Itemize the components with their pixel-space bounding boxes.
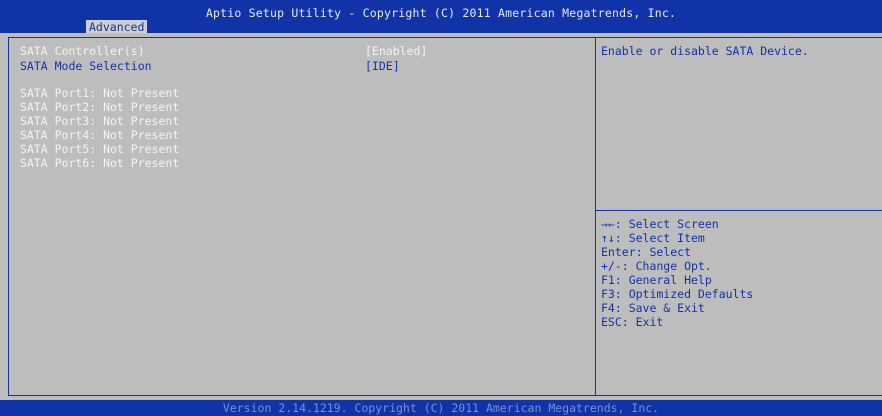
help-divider bbox=[595, 37, 596, 395]
key-change-opt: +/-: Change Opt. bbox=[601, 259, 712, 273]
help-description: Enable or disable SATA Device. bbox=[601, 44, 809, 58]
setting-sata-controller-value[interactable]: [Enabled] bbox=[365, 44, 427, 59]
key-esc-exit: ESC: Exit bbox=[601, 315, 664, 329]
sata-port-3-status: SATA Port3: Not Present bbox=[20, 114, 180, 128]
key-enter-select: Enter: Select bbox=[601, 245, 692, 259]
key-optimized-defaults: F3: Optimized Defaults bbox=[601, 287, 754, 301]
setting-sata-mode-value[interactable]: [IDE] bbox=[365, 59, 400, 74]
sata-port-1-status: SATA Port1: Not Present bbox=[20, 86, 180, 100]
sata-port-4-status: SATA Port4: Not Present bbox=[20, 128, 180, 142]
key-save-exit: F4: Save & Exit bbox=[601, 301, 705, 315]
setting-sata-controller-label[interactable]: SATA Controller(s) bbox=[20, 44, 145, 59]
setting-sata-mode-label[interactable]: SATA Mode Selection bbox=[20, 59, 152, 74]
title-bar: Aptio Setup Utility - Copyright (C) 2011… bbox=[0, 0, 882, 34]
key-select-screen: →←: Select Screen bbox=[601, 217, 719, 231]
utility-title: Aptio Setup Utility - Copyright (C) 2011… bbox=[205, 6, 677, 20]
sata-port-2-status: SATA Port2: Not Present bbox=[20, 100, 180, 114]
key-general-help: F1: General Help bbox=[601, 273, 712, 287]
sata-port-6-status: SATA Port6: Not Present bbox=[20, 156, 180, 170]
key-select-item: ↑↓: Select Item bbox=[601, 231, 705, 245]
sata-port-5-status: SATA Port5: Not Present bbox=[20, 142, 180, 156]
tab-advanced[interactable]: Advanced bbox=[86, 20, 148, 34]
main-panel: SATA Controller(s) [Enabled] SATA Mode S… bbox=[0, 33, 882, 400]
keys-divider bbox=[596, 210, 882, 211]
version-footer: Version 2.14.1219. Copyright (C) 2011 Am… bbox=[0, 400, 882, 416]
